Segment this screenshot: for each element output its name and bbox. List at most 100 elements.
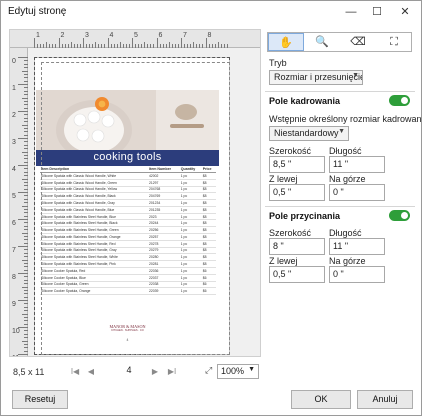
ruler-tick: [24, 337, 28, 339]
minimize-button[interactable]: —: [337, 1, 365, 23]
next-page-button[interactable]: ▶: [149, 365, 161, 378]
crop-tool-button[interactable]: ⛶: [376, 33, 412, 51]
previous-page-button[interactable]: ◀: [85, 365, 97, 378]
crop-box-header: Pole kadrowania: [269, 96, 341, 106]
ruler-number: 9: [12, 301, 16, 308]
toggle-knob: [401, 212, 408, 219]
ruler-number: 3: [12, 139, 16, 146]
ruler-tick: [24, 320, 28, 322]
ruler-tick: [125, 44, 127, 48]
ruler-tick: [24, 306, 28, 308]
ruler-tick: [24, 67, 28, 69]
ruler-tick: [138, 44, 140, 48]
mode-label: Tryb: [269, 58, 287, 68]
zoom-icon: 🔍: [315, 36, 329, 48]
ruler-tick: [40, 44, 42, 48]
ruler-tick: [24, 269, 28, 271]
ruler-tick: [55, 44, 57, 48]
ruler-tick: [113, 44, 115, 48]
trim-length-label: Długość: [329, 228, 362, 238]
ruler-tick: [24, 229, 28, 231]
ruler-tick: [24, 171, 28, 173]
last-page-button[interactable]: ▶I: [166, 365, 178, 378]
hand-tool-button[interactable]: ✋: [268, 33, 304, 51]
ruler-tick: [18, 300, 28, 301]
trim-top-field[interactable]: 0 ": [329, 266, 385, 283]
ruler-tick: [24, 74, 28, 75]
ruler-number: 5: [12, 193, 16, 200]
crop-width-field[interactable]: 8,5 ": [269, 156, 325, 173]
ruler-tick: [202, 44, 204, 48]
ruler-tick: [184, 44, 186, 48]
ok-button[interactable]: OK: [291, 390, 351, 409]
crop-preset-value: Niestandardowy: [274, 128, 339, 138]
ruler-tick: [22, 313, 28, 315]
ruler-tick: [18, 327, 28, 328]
ruler-tick: [58, 38, 60, 48]
page-size-label: 8,5 x 11: [13, 367, 45, 377]
ruler-tick: [141, 44, 143, 48]
cancel-button[interactable]: Anuluj: [357, 390, 413, 409]
trim-length-field[interactable]: 11 ": [329, 238, 385, 255]
reset-button[interactable]: Resetuj: [12, 390, 68, 409]
ruler-tick: [24, 60, 28, 62]
trim-width-field[interactable]: 8 ": [269, 238, 325, 255]
ruler-tick: [24, 131, 28, 133]
ruler-tick: [22, 70, 28, 72]
eraser-tool-button[interactable]: ⌫: [340, 33, 376, 51]
ruler-tick: [67, 44, 69, 48]
crop-top-field[interactable]: 0 ": [329, 184, 385, 201]
ruler-tick: [24, 317, 28, 318]
ruler-tick: [24, 198, 28, 200]
crop-left-label: Z lewej: [269, 174, 298, 184]
ruler-tick: [122, 44, 124, 48]
maximize-button[interactable]: ☐: [363, 1, 391, 23]
ruler-tick: [24, 114, 28, 116]
ruler-tick: [24, 155, 28, 156]
ruler-tick: [226, 44, 228, 48]
crop-preset-select[interactable]: Niestandardowy ▼: [269, 126, 349, 141]
ruler-tick: [193, 42, 195, 48]
ruler-tick: [18, 192, 28, 193]
zoom-select[interactable]: 100% ▼: [217, 364, 259, 379]
ruler-number: 8: [12, 274, 16, 281]
ruler-number: 6: [158, 32, 163, 39]
chevron-down-icon: ▼: [352, 72, 359, 79]
page-preview[interactable]: 12345678 01234567891011 cookin: [9, 29, 261, 357]
ruler-tick: [83, 38, 84, 48]
ruler-tick: [34, 38, 35, 48]
fit-page-icon[interactable]: ⤢: [205, 365, 216, 376]
ruler-tick: [24, 330, 28, 332]
trim-box-outline[interactable]: [41, 62, 230, 355]
ruler-tick: [22, 178, 28, 180]
crop-width-label: Szerokość: [269, 146, 312, 156]
ruler-tick: [24, 350, 28, 352]
ruler-tick: [24, 215, 28, 217]
ruler-number: 5: [134, 32, 138, 39]
first-page-button[interactable]: I◀: [69, 365, 81, 378]
ruler-tick: [24, 249, 28, 251]
ruler-tick: [92, 44, 94, 48]
ruler-tick: [24, 347, 28, 349]
crop-left-field[interactable]: 0,5 ": [269, 184, 325, 201]
crop-box-toggle[interactable]: [389, 95, 410, 106]
ruler-tick: [24, 239, 28, 241]
ruler-tick: [24, 185, 28, 187]
trim-left-field[interactable]: 0,5 ": [269, 266, 325, 283]
page-number-input[interactable]: 4: [110, 365, 148, 378]
ruler-tick: [22, 151, 28, 153]
trim-box-toggle[interactable]: [389, 210, 410, 221]
ruler-tick: [107, 38, 109, 48]
ruler-tick: [64, 44, 66, 48]
ruler-tick: [18, 354, 28, 355]
ruler-tick: [22, 340, 28, 342]
close-button[interactable]: ✕: [391, 1, 419, 23]
ruler-tick: [24, 252, 28, 254]
ruler-tick: [24, 134, 28, 136]
mode-select[interactable]: Rozmiar i przesunięcie ▼: [269, 70, 363, 85]
ruler-tick: [24, 188, 28, 190]
ruler-tick: [22, 124, 28, 126]
crop-length-field[interactable]: 11 ": [329, 156, 385, 173]
ruler-tick: [95, 42, 97, 48]
zoom-tool-button[interactable]: 🔍: [304, 33, 340, 51]
